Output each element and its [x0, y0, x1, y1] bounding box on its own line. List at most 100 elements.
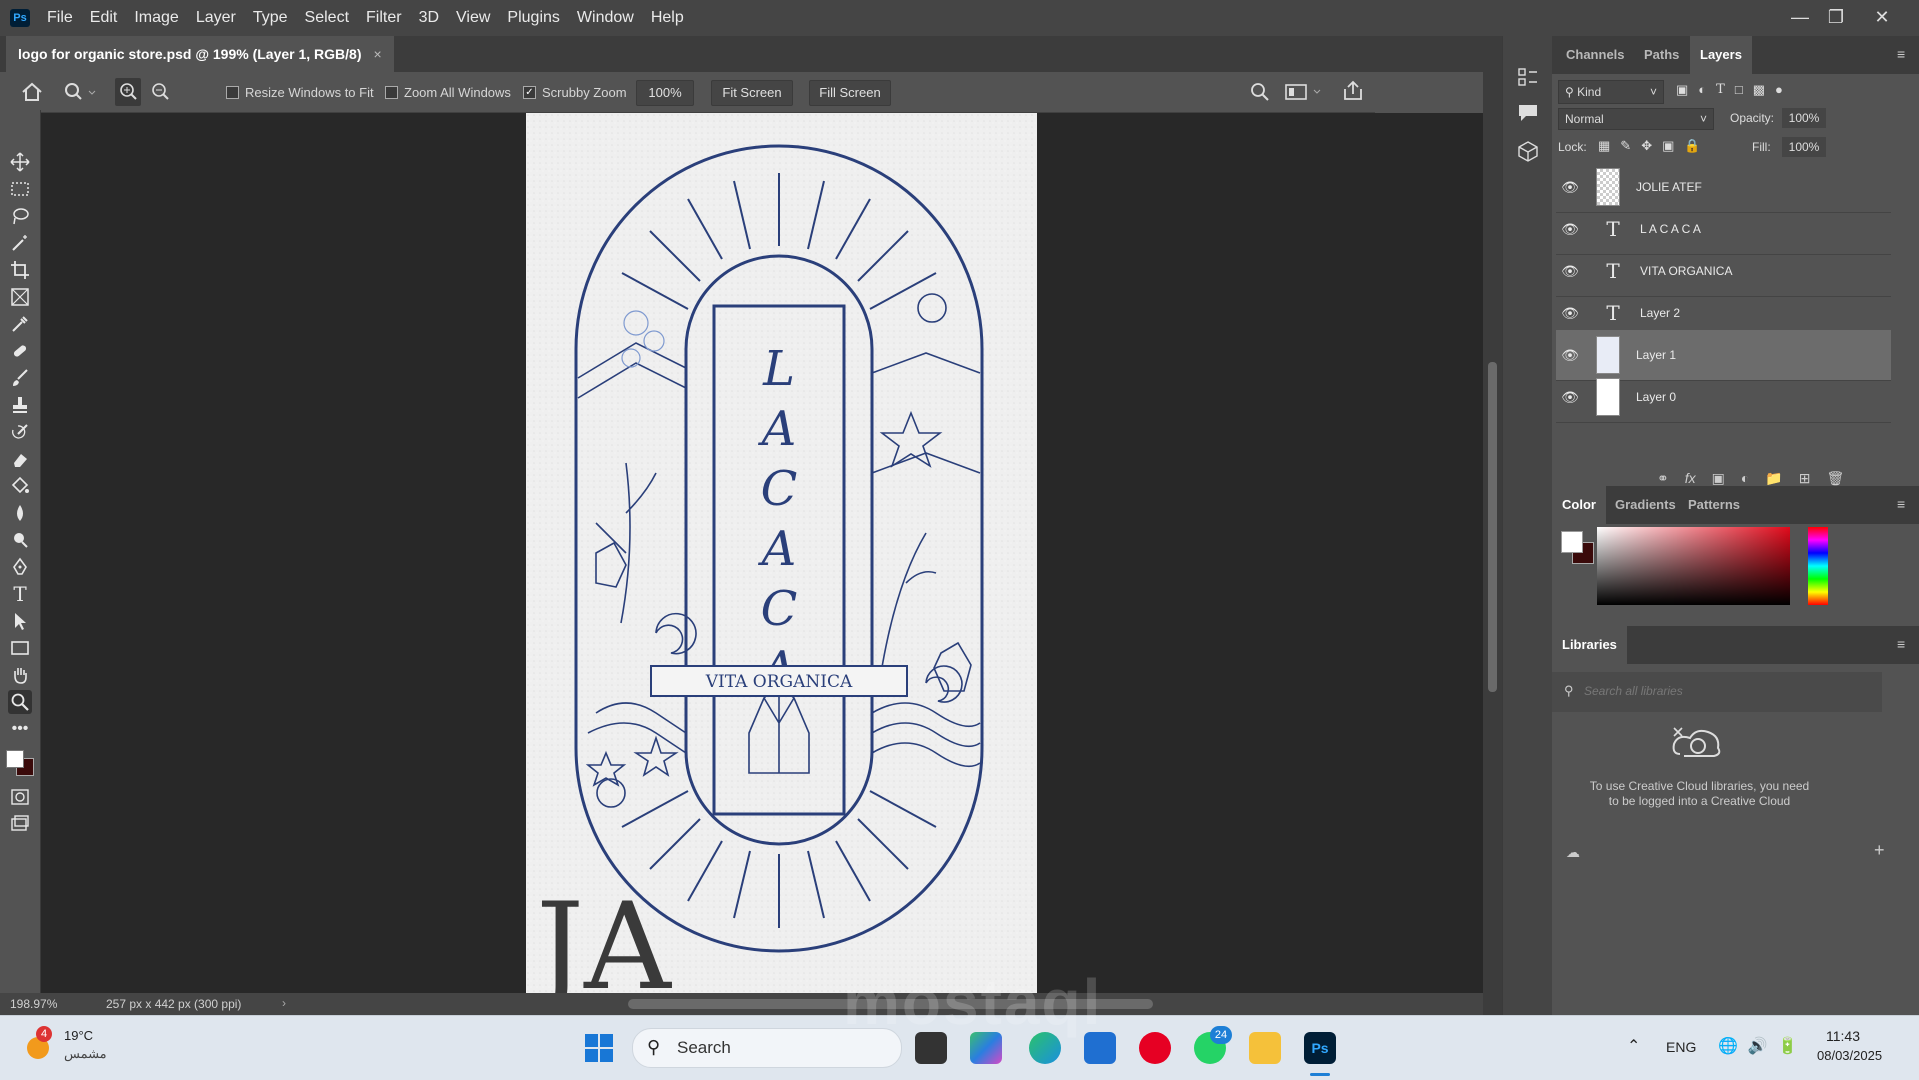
adjustment-filter-icon[interactable]: ◐ [1698, 82, 1706, 102]
volume-icon[interactable]: 🔊 [1748, 1036, 1768, 1056]
menu-filter[interactable]: Filter [366, 9, 402, 27]
edge-icon[interactable] [1029, 1032, 1061, 1064]
scrubby-zoom-checkbox[interactable]: ✓ Scrubby Zoom [523, 85, 627, 100]
vertical-scroll-thumb[interactable] [1488, 362, 1497, 692]
clock-time[interactable]: 11:43 [1826, 1028, 1860, 1044]
tab-paths[interactable]: Paths [1644, 36, 1679, 74]
tab-channels[interactable]: Channels [1566, 36, 1625, 74]
store-icon[interactable] [1084, 1032, 1116, 1064]
clock-date[interactable]: 08/03/2025 [1817, 1048, 1882, 1063]
quick-mask-icon[interactable] [8, 785, 32, 809]
crop-tool-icon[interactable] [8, 258, 32, 282]
menu-help[interactable]: Help [651, 9, 684, 27]
history-brush-tool-icon[interactable] [8, 420, 32, 444]
panel-menu-icon[interactable]: ≡ [1897, 636, 1905, 652]
delete-layer-icon[interactable]: 🗑 [1827, 470, 1845, 487]
document-canvas[interactable]: L A C A C A VITA ORGANICA JA [525, 113, 1037, 993]
menu-view[interactable]: View [456, 9, 490, 27]
fill-screen-button[interactable]: Fill Screen [809, 80, 891, 106]
battery-icon[interactable]: 🔋 [1778, 1036, 1798, 1056]
lock-artboard-icon[interactable]: ▣ [1662, 138, 1674, 154]
eraser-tool-icon[interactable] [8, 447, 32, 471]
task-view-icon[interactable] [915, 1032, 947, 1064]
color-field[interactable] [1597, 527, 1790, 605]
blur-tool-icon[interactable] [8, 501, 32, 525]
frame-tool-icon[interactable] [8, 285, 32, 309]
brush-tool-icon[interactable] [8, 366, 32, 390]
menu-file[interactable]: File [47, 9, 73, 27]
menu-layer[interactable]: Layer [196, 9, 236, 27]
menu-edit[interactable]: Edit [90, 9, 118, 27]
file-explorer-icon[interactable] [1249, 1032, 1281, 1064]
pen-tool-icon[interactable] [8, 555, 32, 579]
home-icon[interactable] [20, 80, 44, 104]
start-button-icon[interactable] [583, 1032, 615, 1064]
hue-slider[interactable] [1808, 527, 1828, 605]
horizontal-scroll-thumb[interactable] [628, 999, 1153, 1009]
visibility-eye-icon[interactable]: 👁 [1556, 347, 1584, 364]
3d-panel-icon[interactable] [1517, 140, 1539, 162]
photoshop-taskbar-icon[interactable]: Ps [1304, 1032, 1336, 1064]
close-tab-icon[interactable]: × [374, 36, 382, 72]
color-swatches-icon[interactable] [6, 748, 34, 776]
lock-transparent-icon[interactable]: ▦ [1598, 138, 1610, 154]
type-filter-icon[interactable]: T [1716, 82, 1725, 102]
lock-all-icon[interactable]: 🔒 [1684, 138, 1700, 154]
canvas-area[interactable]: L A C A C A VITA ORGANICA JA [41, 113, 1483, 993]
visibility-eye-icon[interactable]: 👁 [1556, 179, 1584, 196]
document-tab[interactable]: logo for organic store.psd @ 199% (Layer… [6, 36, 394, 72]
fill-field[interactable]: 100% [1782, 137, 1826, 157]
rectangle-tool-icon[interactable] [8, 636, 32, 660]
library-search[interactable]: ⚲ Search all libraries [1552, 672, 1882, 712]
tab-libraries[interactable]: Libraries [1552, 626, 1627, 664]
paint-bucket-tool-icon[interactable] [8, 474, 32, 498]
type-tool-icon[interactable]: T [8, 582, 32, 606]
workspace-icon[interactable] [1284, 81, 1324, 103]
link-layers-icon[interactable]: ⚭ [1657, 470, 1669, 487]
whatsapp-icon[interactable]: 24 [1194, 1026, 1232, 1064]
new-layer-icon[interactable]: ⊞ [1799, 470, 1811, 487]
filter-kind-select[interactable]: ⚲ Kind ˅ [1558, 80, 1664, 104]
language-indicator[interactable]: ENG [1666, 1039, 1696, 1055]
zoom-in-icon[interactable] [115, 78, 141, 106]
zoom-tool-icon[interactable] [8, 690, 32, 714]
cloud-sync-icon[interactable]: ☁ [1566, 844, 1580, 861]
visibility-eye-icon[interactable]: 👁 [1556, 305, 1584, 322]
blend-mode-select[interactable]: Normal ˅ [1558, 108, 1714, 130]
search-icon[interactable] [1249, 81, 1271, 103]
menu-select[interactable]: Select [305, 9, 349, 27]
lasso-tool-icon[interactable] [8, 204, 32, 228]
vertical-scrollbar[interactable] [1483, 72, 1502, 1015]
share-icon[interactable] [1341, 79, 1365, 103]
copilot-icon[interactable] [970, 1032, 1002, 1064]
foreground-color-swatch[interactable] [1561, 531, 1583, 553]
lock-position-icon[interactable]: ✥ [1641, 138, 1652, 154]
new-group-icon[interactable]: 📁 [1765, 470, 1782, 487]
menu-3d[interactable]: 3D [419, 9, 439, 27]
layer-row-layer-0[interactable]: 👁 Layer 0 [1556, 372, 1891, 423]
menu-window[interactable]: Window [577, 9, 634, 27]
zoom-percentage[interactable]: 198.97% [10, 997, 57, 1011]
visibility-eye-icon[interactable]: 👁 [1556, 389, 1584, 406]
panel-menu-icon[interactable]: ≡ [1897, 496, 1905, 512]
smart-object-filter-icon[interactable]: ▩ [1753, 82, 1765, 102]
pixel-filter-icon[interactable]: ▣ [1676, 82, 1688, 102]
menu-image[interactable]: Image [134, 9, 178, 27]
resize-windows-checkbox[interactable]: Resize Windows to Fit [226, 85, 374, 100]
status-arrow-icon[interactable]: › [282, 996, 286, 1010]
zoom-out-icon[interactable] [147, 78, 173, 106]
comments-panel-icon[interactable] [1517, 102, 1539, 124]
history-panel-icon[interactable] [1517, 66, 1539, 88]
path-selection-tool-icon[interactable] [8, 609, 32, 633]
panel-menu-icon[interactable]: ≡ [1897, 46, 1905, 62]
adjustment-layer-icon[interactable]: ◐ [1741, 470, 1749, 487]
zoom-all-windows-checkbox[interactable]: Zoom All Windows [385, 85, 511, 100]
close-window-button[interactable]: ✕ [1859, 0, 1905, 36]
menu-type[interactable]: Type [253, 9, 288, 27]
visibility-eye-icon[interactable]: 👁 [1556, 263, 1584, 280]
fx-icon[interactable]: fx [1685, 470, 1696, 487]
menu-plugins[interactable]: Plugins [507, 9, 559, 27]
dodge-tool-icon[interactable] [8, 528, 32, 552]
marquee-tool-icon[interactable] [8, 177, 32, 201]
zoom-tool-preset-icon[interactable] [62, 80, 98, 104]
